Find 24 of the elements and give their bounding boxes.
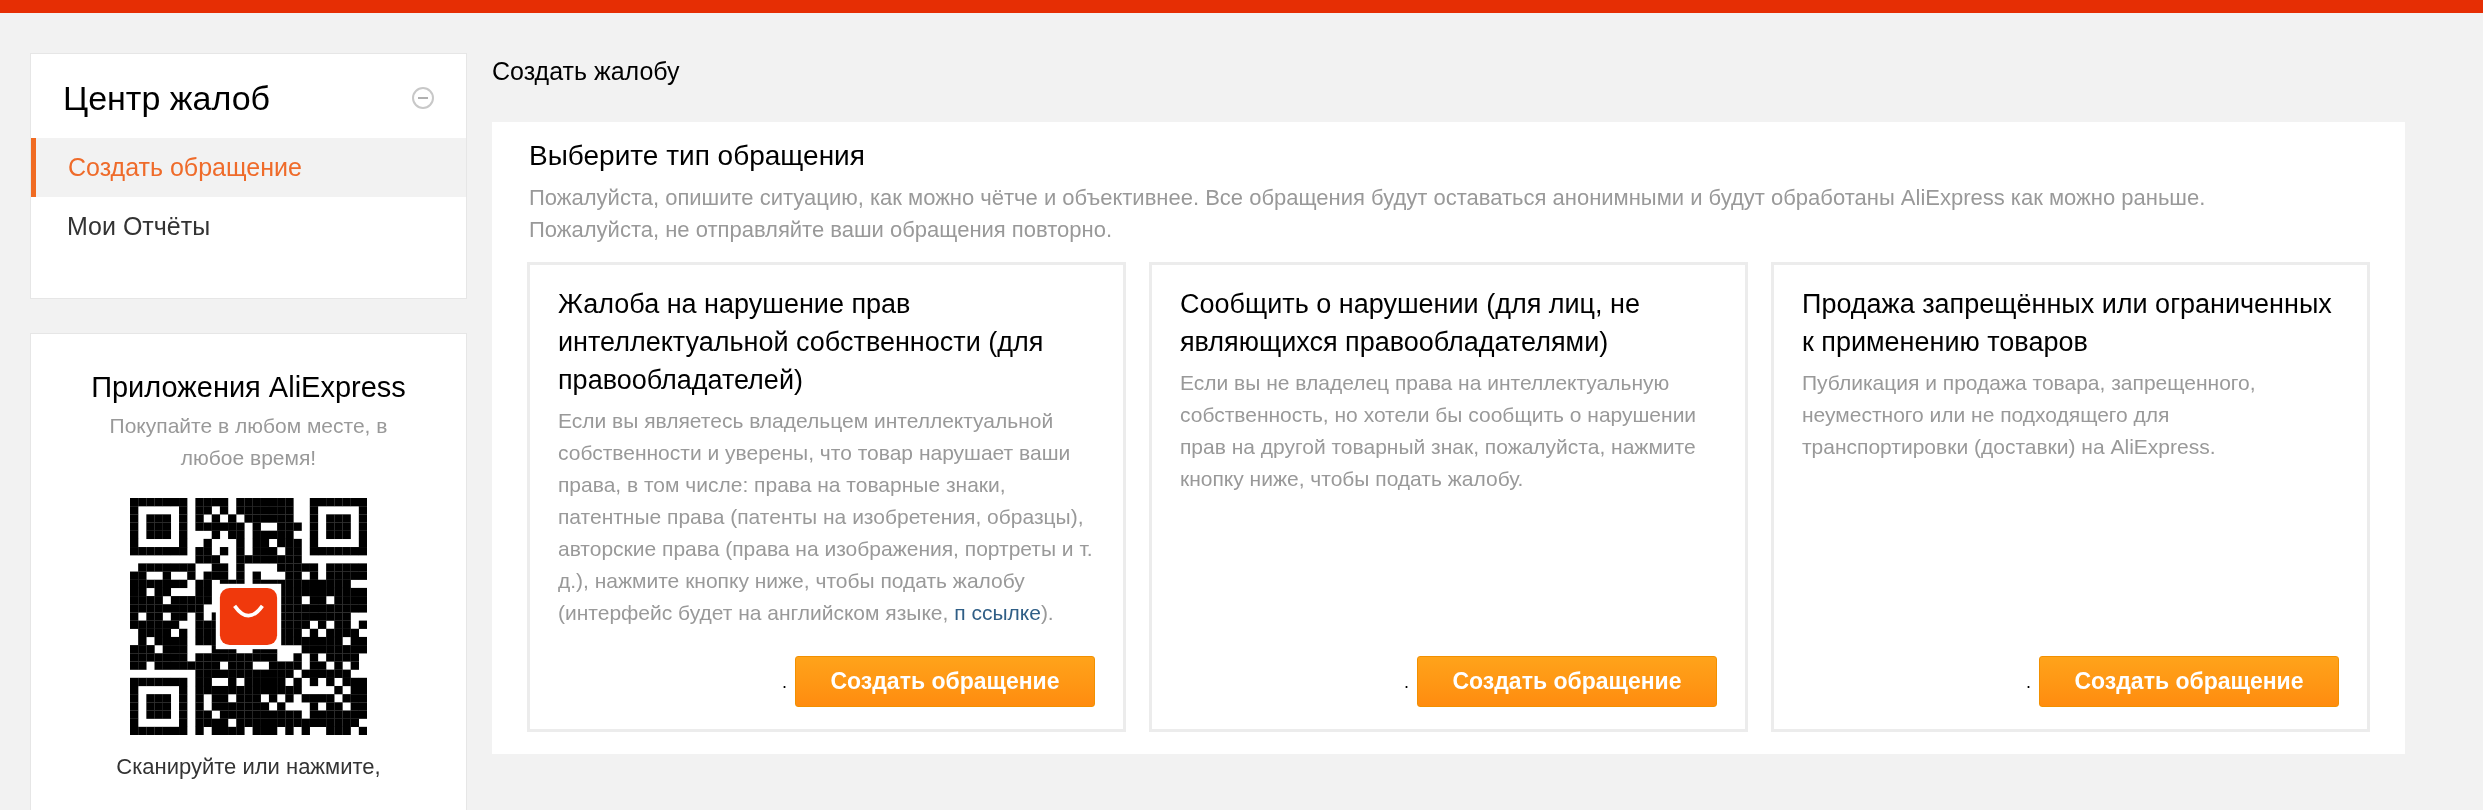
card-description: Публикация и продажа товара, запрещенного, неуместного или не подходящего для транспортировки (доставки) на AliExpress. [1802,370,2257,460]
app-promo-subtitle: Покупайте в любом месте, в любое время! [108,413,389,471]
create-request-button[interactable]: Создать обращение [2039,656,2339,707]
card-link[interactable]: п [954,601,966,624]
create-request-button[interactable]: Создать обращение [1417,656,1717,707]
page-title: Создать жалобу [492,56,681,87]
sidebar-item[interactable]: Создать обращение [31,138,466,197]
dot-mark: . [782,671,787,692]
card-title: Жалоба на нарушение прав интеллектуальной собственности (для правообладателей) [558,288,1045,397]
card-title: Сообщить о нарушении (для лиц, не являющихся правообладателями) [1180,288,1641,359]
card-link[interactable]: ссылке [971,601,1041,624]
sidebar-title: Центр жалоб [63,78,271,118]
panel-intro: Пожалуйста, опишите ситуацию, как можно чётче и объективнее. Все обращения будут оставаться анонимными и будут обработаны AliExpress как можно раньше. Пожалуйста, не отправляйте ваши обращения повторно. [529,184,2207,244]
create-request-button[interactable]: Создать обращение [795,656,1095,707]
collapse-icon[interactable] [412,87,434,109]
panel-heading: Выберите тип обращения [529,139,866,173]
dot-mark: . [1404,671,1409,692]
app-promo-caption: Сканируйте или нажмите, [116,753,381,781]
dot-mark: . [2026,671,2031,692]
card-description: Если вы не владелец права на интеллектуальную собственность, но хотели бы сообщить о нарушении прав на другой товарный знак, пожалуйста, нажмите кнопку ниже, чтобы подать жалобу. [1180,370,1698,492]
card-title: Продажа запрещённых или ограниченных к применению товаров [1802,288,2333,359]
sidebar-item[interactable]: Мои Отчёты [31,197,466,256]
app-promo-title: Приложения AliExpress [91,370,406,405]
card-description: Если вы являетесь владельцем интеллектуальной собственности и уверены, что товар нарушает ваши права, в том числе: права на товарные знаки, патентные права (патенты на изобретения, образцы), авторские права (права на изображения, портреты и т. д.), нажмите кнопку ниже, чтобы подать жалобу (интерфейс будет на английском языке, п ссылке). [558,408,1094,626]
